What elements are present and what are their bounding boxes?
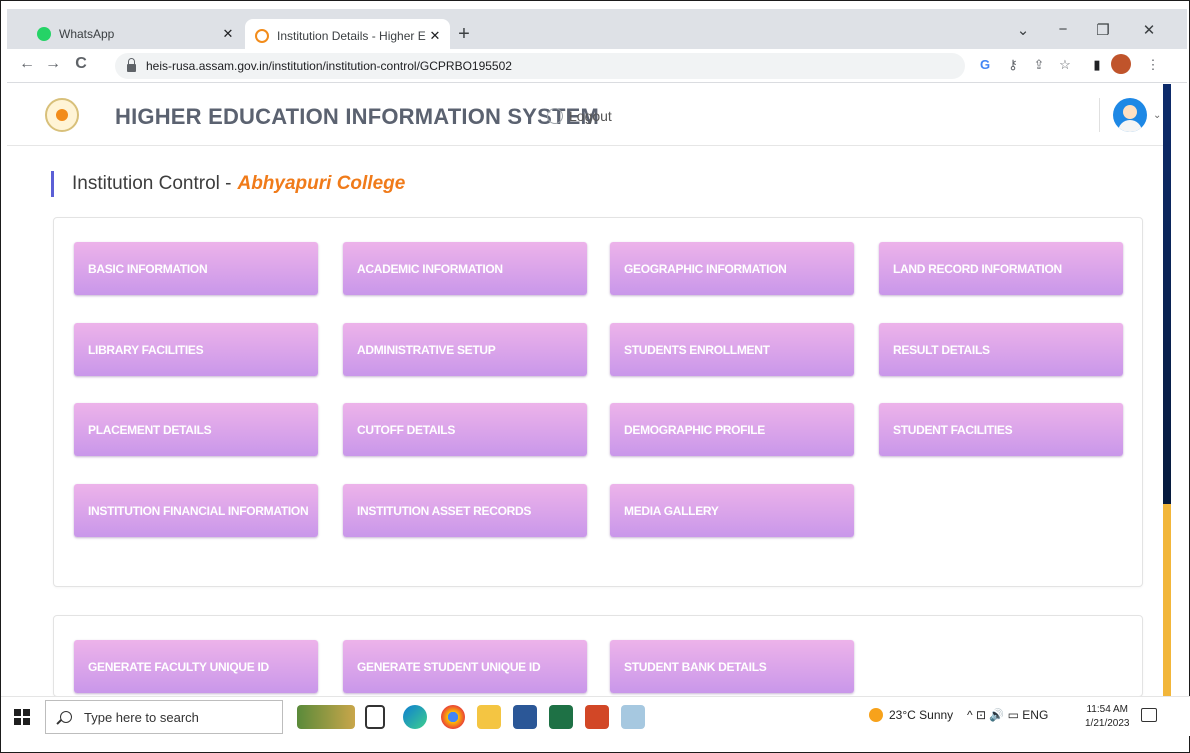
- excel-icon[interactable]: [549, 705, 573, 729]
- administrative-setup-button[interactable]: ADMINISTRATIVE SETUP: [343, 323, 587, 376]
- powerpoint-icon[interactable]: [585, 705, 609, 729]
- logo[interactable]: [45, 98, 79, 132]
- clock-date: 1/21/2023: [1085, 718, 1130, 729]
- clock-time: 11:54 AM: [1086, 704, 1128, 715]
- institution-financial-information-button[interactable]: INSTITUTION FINANCIAL INFORMATION: [74, 484, 318, 537]
- weather-widget[interactable]: 23°C Sunny: [869, 708, 953, 722]
- whatsapp-icon: [37, 27, 51, 41]
- unique-id-panel: GENERATE FACULTY UNIQUE ID GENERATE STUD…: [53, 615, 1143, 697]
- google-translate-icon[interactable]: G: [975, 57, 995, 72]
- share-icon[interactable]: ⇪: [1029, 57, 1049, 73]
- generate-faculty-unique-id-button[interactable]: GENERATE FACULTY UNIQUE ID: [74, 640, 318, 693]
- site-icon: [255, 29, 269, 43]
- scrollbar-track-accent: [1163, 504, 1171, 696]
- page-title: Institution Control - Abhyapuri College: [51, 171, 405, 197]
- paint-icon[interactable]: [621, 705, 645, 729]
- reload-icon[interactable]: C: [69, 55, 93, 73]
- menu-icon[interactable]: ⋮: [1143, 57, 1163, 73]
- address-bar[interactable]: heis-rusa.assam.gov.in/institution/insti…: [115, 53, 965, 79]
- page-title-text: Institution Control -: [72, 173, 232, 194]
- search-icon: [60, 711, 72, 723]
- generate-student-unique-id-button[interactable]: GENERATE STUDENT UNIQUE ID: [343, 640, 587, 693]
- new-tab-button[interactable]: +: [453, 23, 475, 46]
- logout-icon: [547, 108, 563, 124]
- lock-icon[interactable]: [127, 57, 136, 72]
- logout-link[interactable]: Logout: [547, 108, 612, 124]
- tab-title: WhatsApp: [59, 27, 115, 41]
- task-view-icon[interactable]: [365, 705, 385, 729]
- cutoff-details-button[interactable]: CUTOFF DETAILS: [343, 403, 587, 456]
- avatar[interactable]: [1113, 98, 1147, 132]
- password-key-icon[interactable]: ⚷: [1003, 57, 1023, 73]
- screen-frame: WhatsApp ✕ Institution Details - Higher …: [0, 0, 1190, 753]
- close-tab-icon[interactable]: ✕: [219, 26, 237, 42]
- institution-asset-records-button[interactable]: INSTITUTION ASSET RECORDS: [343, 484, 587, 537]
- close-tab-icon[interactable]: ✕: [426, 28, 444, 44]
- taskbar-clock[interactable]: 11:54 AM 1/21/2023: [1085, 703, 1130, 731]
- weather-text: 23°C Sunny: [889, 708, 954, 722]
- windows-taskbar: Type here to search 23°C Sunny ^ ⊡ 🔊 ▭ E…: [1, 696, 1190, 736]
- minimize-button[interactable]: −: [1043, 21, 1083, 38]
- chrome-icon[interactable]: [441, 705, 465, 729]
- media-gallery-button[interactable]: MEDIA GALLERY: [610, 484, 854, 537]
- student-facilities-button[interactable]: STUDENT FACILITIES: [879, 403, 1123, 456]
- students-enrollment-button[interactable]: STUDENTS ENROLLMENT: [610, 323, 854, 376]
- edge-icon[interactable]: [403, 705, 427, 729]
- back-icon[interactable]: ←: [15, 55, 39, 73]
- academic-information-button[interactable]: ACADEMIC INFORMATION: [343, 242, 587, 295]
- taskbar-search-input[interactable]: Type here to search: [45, 700, 283, 734]
- forward-icon[interactable]: →: [41, 55, 65, 73]
- basic-information-button[interactable]: BASIC INFORMATION: [74, 242, 318, 295]
- system-tray[interactable]: ^ ⊡ 🔊 ▭ ENG: [967, 708, 1048, 722]
- sun-icon: [869, 708, 883, 722]
- tab-whatsapp[interactable]: WhatsApp ✕: [37, 17, 243, 51]
- restore-button[interactable]: ❐: [1083, 21, 1123, 39]
- word-icon[interactable]: [513, 705, 537, 729]
- tab-search-icon[interactable]: ⌄: [1003, 21, 1043, 39]
- windows-start-icon[interactable]: [14, 709, 30, 725]
- browser-tab-strip: WhatsApp ✕ Institution Details - Higher …: [7, 9, 1187, 53]
- site-title[interactable]: HIGHER EDUCATION INFORMATION SYSTEM: [115, 104, 599, 130]
- close-window-button[interactable]: ✕: [1129, 21, 1169, 39]
- side-panel-icon[interactable]: ▮: [1087, 57, 1107, 73]
- notification-icon[interactable]: [1141, 708, 1157, 722]
- chevron-down-icon[interactable]: ⌄: [1153, 110, 1161, 121]
- tab-institution-details[interactable]: Institution Details - Higher Educa ✕: [245, 19, 450, 53]
- file-explorer-icon[interactable]: [477, 705, 501, 729]
- library-facilities-button[interactable]: LIBRARY FACILITIES: [74, 323, 318, 376]
- bookmark-star-icon[interactable]: ☆: [1055, 57, 1075, 73]
- placement-details-button[interactable]: PLACEMENT DETAILS: [74, 403, 318, 456]
- taskbar-search-placeholder: Type here to search: [84, 709, 199, 725]
- profile-icon[interactable]: [1111, 54, 1131, 74]
- site-header: HIGHER EDUCATION INFORMATION SYSTEM Logo…: [7, 84, 1163, 146]
- url-text: heis-rusa.assam.gov.in/institution/insti…: [146, 59, 512, 73]
- browser-toolbar: ← → C heis-rusa.assam.gov.in/institution…: [7, 49, 1187, 83]
- result-details-button[interactable]: RESULT DETAILS: [879, 323, 1123, 376]
- scrollbar-track: [1163, 84, 1171, 504]
- logout-label: Logout: [569, 108, 612, 124]
- college-name: Abhyapuri College: [237, 173, 406, 194]
- institution-control-panel: BASIC INFORMATION ACADEMIC INFORMATION G…: [53, 217, 1143, 587]
- geographic-information-button[interactable]: GEOGRAPHIC INFORMATION: [610, 242, 854, 295]
- tab-title: Institution Details - Higher Educa: [277, 29, 426, 43]
- land-record-information-button[interactable]: LAND RECORD INFORMATION: [879, 242, 1123, 295]
- demographic-profile-button[interactable]: DEMOGRAPHIC PROFILE: [610, 403, 854, 456]
- student-bank-details-button[interactable]: STUDENT BANK DETAILS: [610, 640, 854, 693]
- header-divider: [1099, 98, 1100, 132]
- news-widget-icon[interactable]: [297, 705, 355, 729]
